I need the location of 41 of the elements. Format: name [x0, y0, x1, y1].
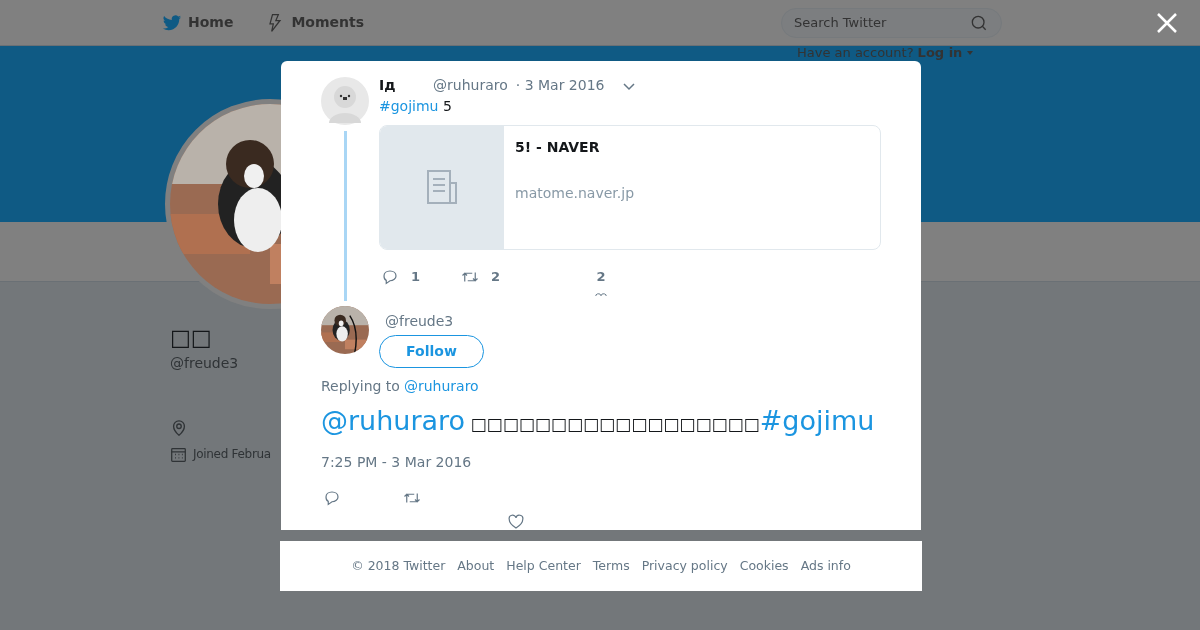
profile-name: □□: [170, 327, 213, 349]
author-name: Iд: [379, 78, 397, 92]
reply-button[interactable]: [323, 489, 341, 507]
retweet-button[interactable]: 2: [461, 270, 541, 298]
tweet-text: #gojimu 5: [379, 97, 453, 116]
copyright-text: © 2018 Twitter: [351, 556, 446, 575]
profile-handle: @freude3: [170, 354, 240, 373]
footer-link[interactable]: About: [457, 556, 495, 576]
tweet-time: · 3 Mar 2016: [515, 78, 605, 92]
footer-link[interactable]: Ads info: [800, 556, 851, 576]
footer-link[interactable]: Terms: [592, 556, 630, 576]
footer-link[interactable]: Help Center: [506, 556, 581, 576]
search-input[interactable]: Search Twitter: [794, 12, 969, 33]
close-icon: [1156, 12, 1178, 34]
caret-icon: [966, 48, 975, 57]
bird-icon: [162, 12, 182, 33]
author-handle: @ruhuraro: [433, 78, 508, 92]
card-domain: matome.naver.jp: [515, 184, 635, 203]
footer-link[interactable]: Privacy policy: [641, 556, 728, 576]
user-handle: @freude3: [385, 312, 454, 331]
calendar-icon: [170, 445, 187, 463]
reply-target-link[interactable]: @ruhuraro: [403, 376, 479, 397]
like-button[interactable]: 2: [591, 270, 611, 298]
joined-date: Joined Februa: [193, 446, 271, 463]
reply-icon: [323, 489, 341, 507]
card-title: 5! - NAVER: [515, 138, 601, 157]
nav-link[interactable]: Moments: [265, 12, 365, 33]
search-field[interactable]: Search Twitter: [781, 7, 1002, 38]
tweet-text: @ruhuraro □□□□□□□□□□□□□□□□□□#gojimu: [321, 404, 875, 438]
chevron-down-icon[interactable]: [622, 83, 635, 91]
avatar: [321, 77, 369, 125]
login-prompt: Have an account?: [797, 44, 914, 62]
close-button[interactable]: [1156, 12, 1178, 34]
tweet-timestamp: 7:25 PM - 3 Mar 2016: [321, 453, 473, 472]
reply-icon: [381, 268, 399, 286]
location-icon: [170, 419, 188, 437]
link-card[interactable]: 5! - NAVER matome.naver.jp: [379, 125, 881, 250]
reply-button[interactable]: 1: [381, 270, 461, 298]
nav-link[interactable]: Home: [162, 12, 234, 33]
footer-link[interactable]: Cookies: [739, 556, 789, 576]
replying-label: Replying to: [321, 377, 400, 396]
